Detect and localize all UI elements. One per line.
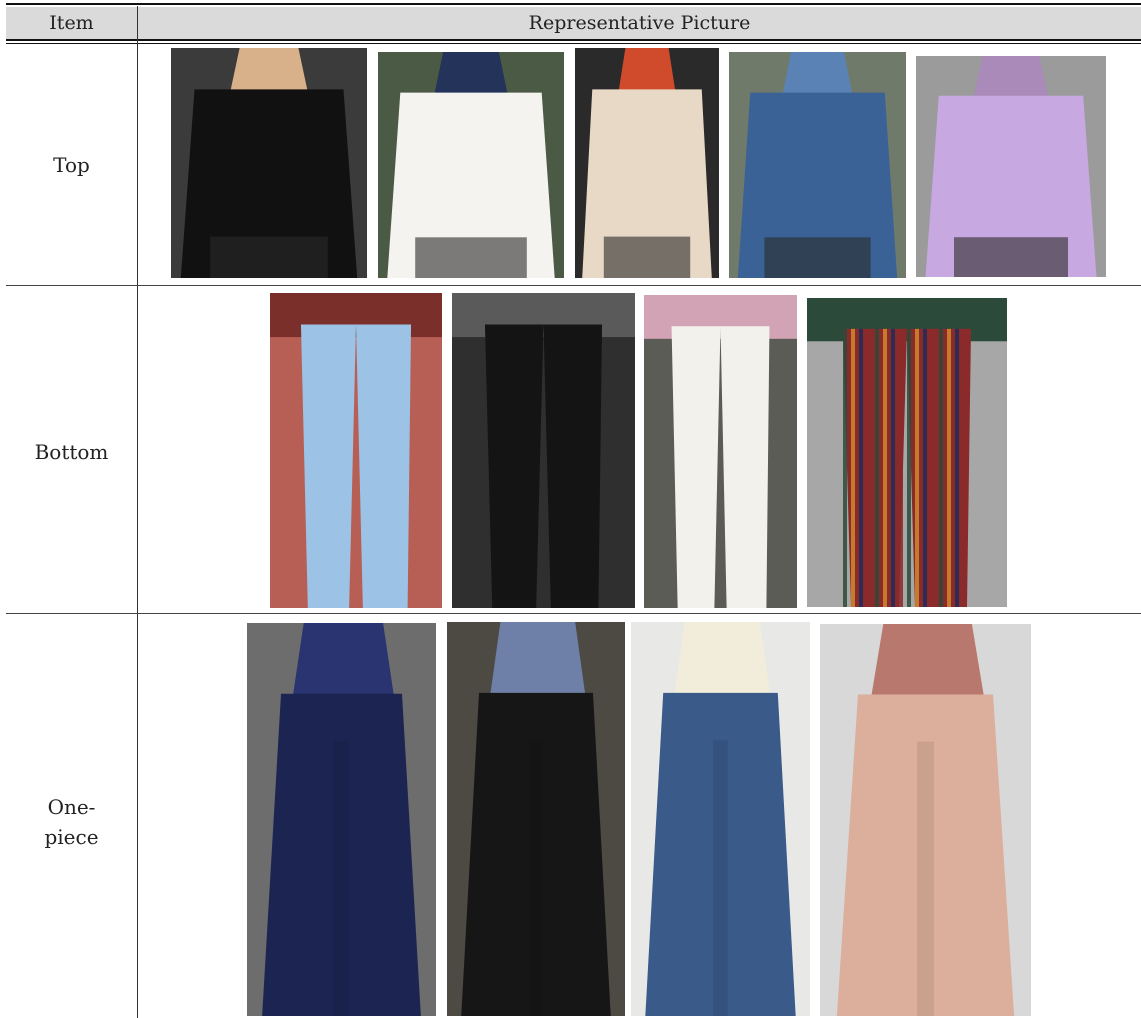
header-item: Item <box>49 12 94 34</box>
row-label-bottom: Bottom <box>34 440 109 464</box>
representative-picture-table: Item Representative Picture Top Bottom O… <box>6 0 1141 1018</box>
header-bottom-rule-2 <box>6 43 1141 44</box>
one-piece-photo-2 <box>447 622 625 1016</box>
column-divider <box>137 6 138 1018</box>
top-photo-5 <box>916 56 1106 277</box>
row-separator-bottom-onepiece <box>6 613 1141 614</box>
zigzag-tunic-top-image <box>575 48 719 278</box>
black-wide-trousers-bottom-image <box>452 293 635 608</box>
top-photo-3 <box>575 48 719 278</box>
blue-floral-dress-one-piece-image <box>631 622 810 1016</box>
white-blouse-top-image <box>378 52 564 278</box>
header-bottom-rule <box>6 39 1141 41</box>
black-cardigan-top-image <box>171 48 367 278</box>
header-representative-picture: Representative Picture <box>528 12 751 34</box>
row-label-one-piece-line-2: piece <box>44 825 99 849</box>
striped-wide-pants-bottom-image <box>807 298 1007 607</box>
one-piece-photo-4 <box>820 624 1031 1016</box>
row-label-one-piece-line-1: One- <box>47 795 96 819</box>
row-separator-top-bottom <box>6 285 1141 286</box>
top-photo-4 <box>729 52 906 278</box>
navy-abaya-one-piece-image <box>247 623 436 1016</box>
blue-knit-cardigan-top-image <box>729 52 906 278</box>
row-label-top: Top <box>53 153 90 177</box>
black-dress-one-piece-image <box>447 622 625 1016</box>
table-top-rule <box>6 3 1141 5</box>
white-jeans-bottom-image <box>644 295 797 608</box>
bottom-photo-2 <box>452 293 635 608</box>
one-piece-photo-3 <box>631 622 810 1016</box>
pink-tunic-dress-one-piece-image <box>820 624 1031 1016</box>
one-piece-photo-1 <box>247 623 436 1016</box>
bottom-photo-1 <box>270 293 442 608</box>
bottom-photo-4 <box>807 298 1007 607</box>
light-blue-jeans-bottom-image <box>270 293 442 608</box>
bottom-photo-3 <box>644 295 797 608</box>
top-photo-2 <box>378 52 564 278</box>
top-photo-1 <box>171 48 367 278</box>
lilac-sweatshirt-top-image <box>916 56 1106 277</box>
row-label-one-piece: One- piece <box>6 792 137 852</box>
